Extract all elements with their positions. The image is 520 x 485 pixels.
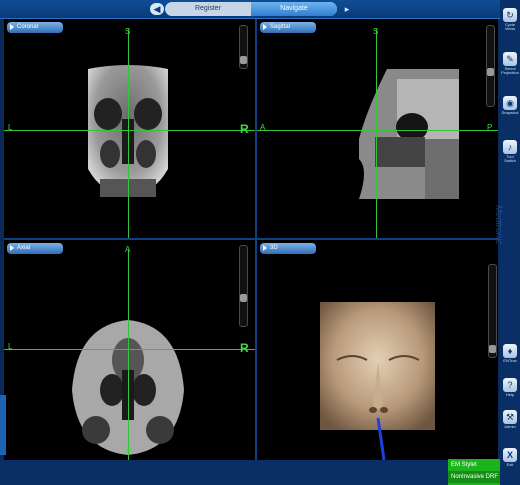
cycle-views-label: Cycle Views [504,22,516,31]
axial-crosshair-horizontal [4,349,255,350]
coronal-crosshair-vertical [128,29,129,238]
wrench-icon: ⚒ [503,410,517,424]
orient-right: R [240,341,249,355]
forward-arrow-button[interactable]: ▸ [340,3,354,15]
orient-posterior: P [126,446,132,455]
microphone-icon: ♪ [503,140,517,154]
exit-button[interactable]: X Exit [501,448,519,470]
help-label: Help [505,392,515,397]
orient-left: L [8,123,13,132]
sagittal-crosshair-horizontal [257,130,498,131]
back-arrow-button[interactable]: ◀ [150,3,164,15]
stylus-icon: ✎ [503,52,517,66]
admin-button[interactable]: ⚒ Admin [501,410,519,432]
tab-register[interactable]: Register [165,2,251,16]
tool-switch-label: Tool Switch [504,154,516,163]
sagittal-slice-slider[interactable] [486,25,495,107]
viewport-divider-horizontal [4,238,498,240]
close-icon: X [503,448,517,462]
entrac-label: ENTrac [503,358,517,363]
entrac-icon: ♦ [503,344,517,358]
coronal-viewport[interactable]: Coronal S L R [4,19,255,238]
active-tool-status: EM Stylet [451,462,477,468]
cycle-icon: ↻ [503,8,517,22]
orient-superior: S [125,27,131,36]
help-icon: ? [503,378,517,392]
sagittal-viewport[interactable]: Sagittal S A P [257,19,498,238]
top-nav-bar: ◀ Register Navigate ▸ [0,0,500,19]
orient-anterior: A [125,245,131,254]
coronal-crosshair-horizontal [4,130,255,131]
imaging-workspace: Coronal S L R Sagittal S A P Axial A L R… [4,19,498,460]
workflow-tabs: Register Navigate [165,2,337,16]
sagittal-ct-image [359,69,459,199]
slider-thumb[interactable] [240,294,247,302]
orient-right: R [240,122,249,136]
sagittal-crosshair-vertical [376,29,377,238]
axial-crosshair-vertical [128,250,129,460]
slider-thumb[interactable] [487,68,494,76]
exit-label: Exit [506,462,514,467]
axial-slice-slider[interactable] [239,245,248,327]
slider-thumb[interactable] [489,345,496,353]
coronal-ct-image [88,65,168,197]
3d-viewport[interactable]: 3D [257,240,498,460]
axial-viewport[interactable]: Axial A L R P [4,240,255,460]
orient-anterior: A [260,123,266,132]
orient-superior: S [373,27,379,36]
tool-switch-button[interactable]: ♪ Tool Switch [501,140,519,163]
entrac-button[interactable]: ♦ ENTrac [501,344,519,366]
cycle-views-button[interactable]: ↻ Cycle Views [501,8,519,31]
left-drawer-tab[interactable] [0,395,6,455]
orient-posterior: P [487,123,493,132]
tab-navigate[interactable]: Navigate [251,2,337,16]
tracking-status-panel: EM Stylet NonInvasive DRF [448,459,500,485]
help-button[interactable]: ? Help [501,378,519,400]
bottom-bar [0,460,500,485]
brand-watermark: Medtronic [494,205,504,245]
3d-zoom-slider[interactable] [488,264,497,358]
snapshot-button[interactable]: ◉ Snapshot [501,96,519,118]
select-projection-button[interactable]: ✎ Select Projection [501,52,519,75]
reference-frame-status: NonInvasive DRF [448,471,500,483]
admin-label: Admin [504,424,516,429]
axial-ct-image [72,320,184,455]
snapshot-label: Snapshot [501,110,519,115]
slider-thumb[interactable] [240,56,247,64]
camera-icon: ◉ [503,96,517,110]
orient-left: L [8,342,13,351]
3d-face-render [320,302,435,460]
select-projection-label: Select Projection [501,66,519,75]
coronal-slice-slider[interactable] [239,25,248,69]
